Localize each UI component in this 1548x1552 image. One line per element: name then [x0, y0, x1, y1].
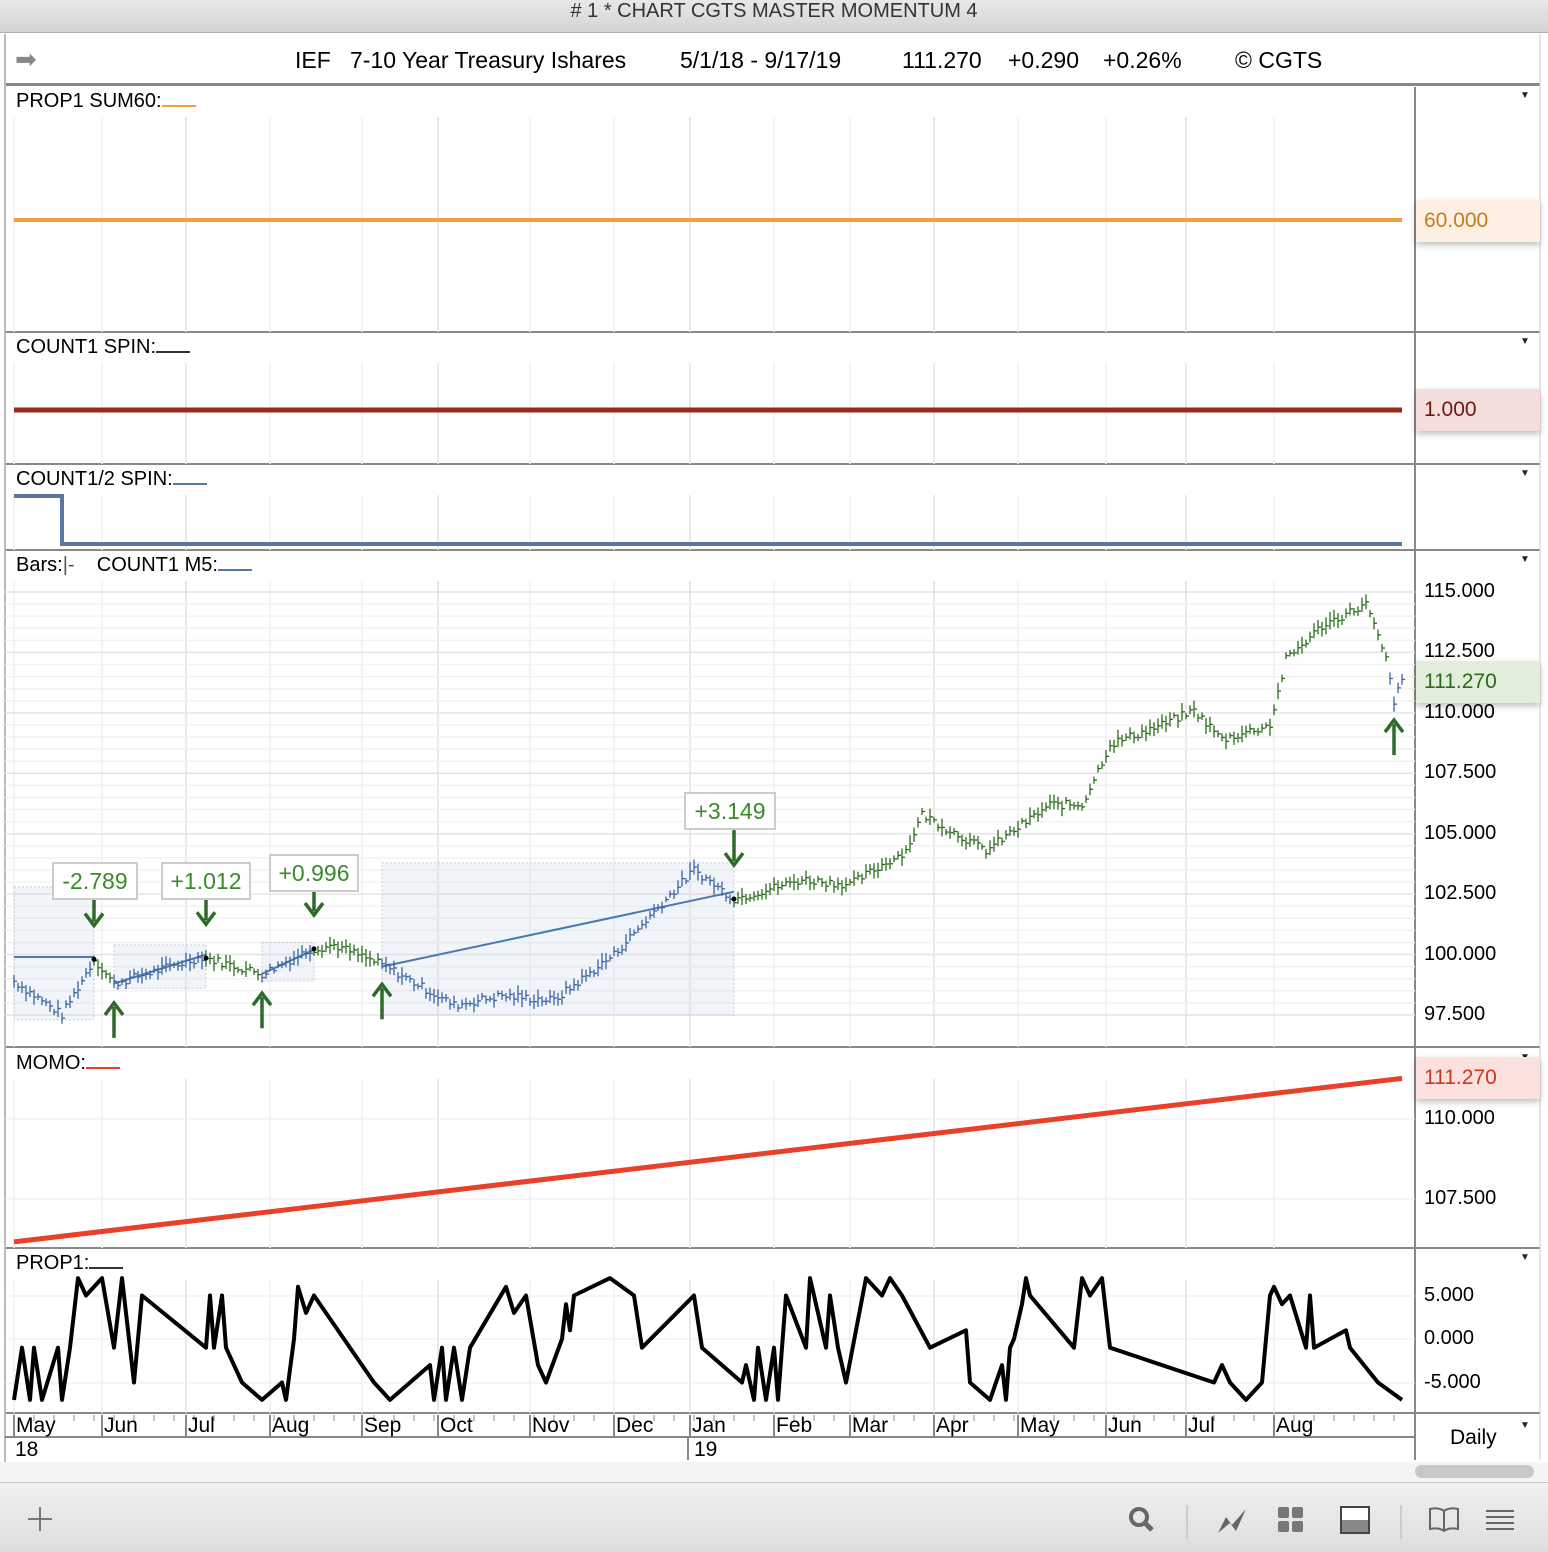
annotation-label: -2.789 [52, 862, 138, 900]
scrollbar-track[interactable] [0, 1462, 1548, 1482]
annotation-label: +0.996 [269, 854, 359, 892]
price-tick: 107.500 [1424, 761, 1497, 783]
price-tick: 97.500 [1424, 1003, 1486, 1025]
month-label: Jul [1188, 1414, 1215, 1437]
month-label: Jun [1108, 1414, 1142, 1437]
panel-label-price: Bars:|- COUNT1 M5: [16, 554, 252, 577]
prop1-tick: 0.000 [1424, 1327, 1475, 1349]
panel-label-count1-2-spin: COUNT1/2 SPIN: [16, 468, 207, 491]
prop1-tick: -5.000 [1424, 1371, 1481, 1393]
panel-menu-icon[interactable]: ▼ [1520, 554, 1530, 565]
annotation-label: +1.012 [161, 862, 251, 900]
month-label: Nov [532, 1414, 570, 1437]
chart-line-icon[interactable] [1214, 1501, 1250, 1537]
month-label: Aug [272, 1414, 310, 1437]
price-tick: 112.500 [1424, 640, 1495, 662]
momo-line [13, 1075, 1403, 1245]
month-label: Mar [852, 1414, 889, 1437]
month-label: Apr [936, 1414, 969, 1437]
chart-canvas[interactable] [0, 0, 1548, 1552]
price-tick: 105.000 [1424, 822, 1497, 844]
momo-tick: 110.000 [1424, 1107, 1495, 1129]
momo-value-badge: 111.270 [1416, 1057, 1540, 1099]
plus-icon[interactable] [22, 1501, 58, 1537]
panel-icon[interactable] [1337, 1501, 1373, 1537]
interval-selector[interactable]: Daily [1450, 1426, 1497, 1450]
price-value-badge: 111.270 [1416, 661, 1540, 703]
regression-box [381, 862, 735, 1016]
month-label: May [16, 1414, 56, 1437]
search-icon[interactable] [1123, 1501, 1159, 1537]
momo-tick: 107.500 [1424, 1187, 1497, 1209]
month-label: Sep [364, 1414, 402, 1437]
panel-menu-icon[interactable]: ▼ [1520, 468, 1530, 479]
price-tick: 100.000 [1424, 943, 1497, 965]
down-arrow-icon [723, 830, 745, 869]
scrollbar-thumb[interactable] [1415, 1465, 1534, 1478]
grid-icon[interactable] [1272, 1501, 1308, 1537]
price-tick: 102.500 [1424, 882, 1497, 904]
price-tick: 115.000 [1424, 580, 1495, 602]
panel-label-prop1-sum60: PROP1 SUM60: [16, 90, 196, 113]
spin-half-line [14, 494, 1402, 546]
panel-menu-icon[interactable]: ▼ [1520, 336, 1530, 347]
price-tick: 110.000 [1424, 701, 1495, 723]
up-arrow-icon [103, 999, 125, 1038]
book-icon[interactable] [1426, 1501, 1462, 1537]
year-label: 19 [694, 1438, 718, 1461]
up-arrow-icon [251, 990, 273, 1029]
signal-dot [311, 946, 317, 952]
year-label: 18 [15, 1438, 39, 1461]
month-label: Jan [692, 1414, 726, 1437]
month-label: Jul [188, 1414, 215, 1437]
sum60-value-badge: 60.000 [1416, 200, 1540, 242]
month-label: May [1020, 1414, 1060, 1437]
menu-icon[interactable] [1482, 1501, 1518, 1537]
month-label: Oct [440, 1414, 473, 1437]
annotation-label: +3.149 [684, 792, 776, 830]
panel-menu-icon[interactable]: ▼ [1520, 90, 1530, 101]
bottom-toolbar [0, 1482, 1548, 1552]
month-label: Dec [616, 1414, 654, 1437]
month-label: Jun [104, 1414, 138, 1437]
prop1-tick: 5.000 [1424, 1284, 1475, 1306]
signal-dot [731, 896, 737, 902]
spin-value-badge: 1.000 [1416, 389, 1540, 431]
signal-dot [91, 956, 97, 962]
interval-menu-icon[interactable]: ▼ [1520, 1420, 1530, 1431]
panel-menu-icon[interactable]: ▼ [1520, 1252, 1530, 1263]
month-label: Aug [1276, 1414, 1314, 1437]
month-label: Feb [776, 1414, 813, 1437]
panel-label-prop1: PROP1: [16, 1252, 124, 1275]
panel-label-momo: MOMO: [16, 1052, 120, 1075]
regression-box [113, 944, 207, 989]
signal-dot [203, 955, 209, 961]
panel-label-count1-spin: COUNT1 SPIN: [16, 336, 191, 359]
